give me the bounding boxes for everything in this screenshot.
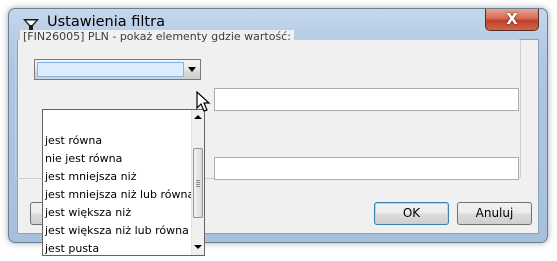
arrow-up-icon — [194, 115, 202, 119]
scrollbar-thumb[interactable] — [193, 148, 203, 218]
grip-line — [196, 180, 200, 181]
dropdown-options: jest równa nie jest równa jest mniejsza … — [43, 110, 191, 255]
condition2-value-input[interactable] — [214, 157, 519, 180]
dropdown-option[interactable]: jest większa niż — [45, 204, 131, 222]
grip-line — [196, 184, 200, 185]
window-title: Ustawienia filtra — [47, 14, 165, 30]
ok-button[interactable]: OK — [374, 202, 449, 225]
chevron-down-icon[interactable] — [188, 67, 196, 72]
groupbox-label: [FIN26005] PLN - pokaż elementy gdzie wa… — [20, 30, 294, 43]
arrow-down-icon — [194, 245, 202, 249]
close-button[interactable]: X — [485, 9, 539, 31]
grip-line — [196, 182, 200, 183]
condition1-operator-combo[interactable] — [34, 59, 201, 80]
dropdown-option[interactable]: jest równa — [45, 132, 102, 150]
dropdown-option[interactable]: jest mniejsza niż lub równa — [45, 186, 191, 204]
cancel-button[interactable]: Anuluj — [457, 202, 532, 225]
close-icon: X — [506, 10, 518, 28]
dropdown-option[interactable]: jest pusta — [45, 240, 99, 255]
dropdown-option[interactable]: jest większa niż lub równa — [45, 222, 189, 240]
dropdown-option[interactable]: jest mniejsza niż — [45, 168, 136, 186]
combo-selected-value — [37, 62, 184, 77]
condition1-value-input[interactable] — [214, 88, 519, 111]
mouse-pointer-icon — [196, 91, 211, 112]
dropdown-scrollbar[interactable] — [191, 110, 204, 255]
grip-line — [196, 186, 200, 187]
scroll-down-button[interactable] — [192, 241, 204, 254]
operator-dropdown-list: jest równa nie jest równa jest mniejsza … — [42, 109, 205, 256]
dropdown-option[interactable]: nie jest równa — [45, 150, 122, 168]
